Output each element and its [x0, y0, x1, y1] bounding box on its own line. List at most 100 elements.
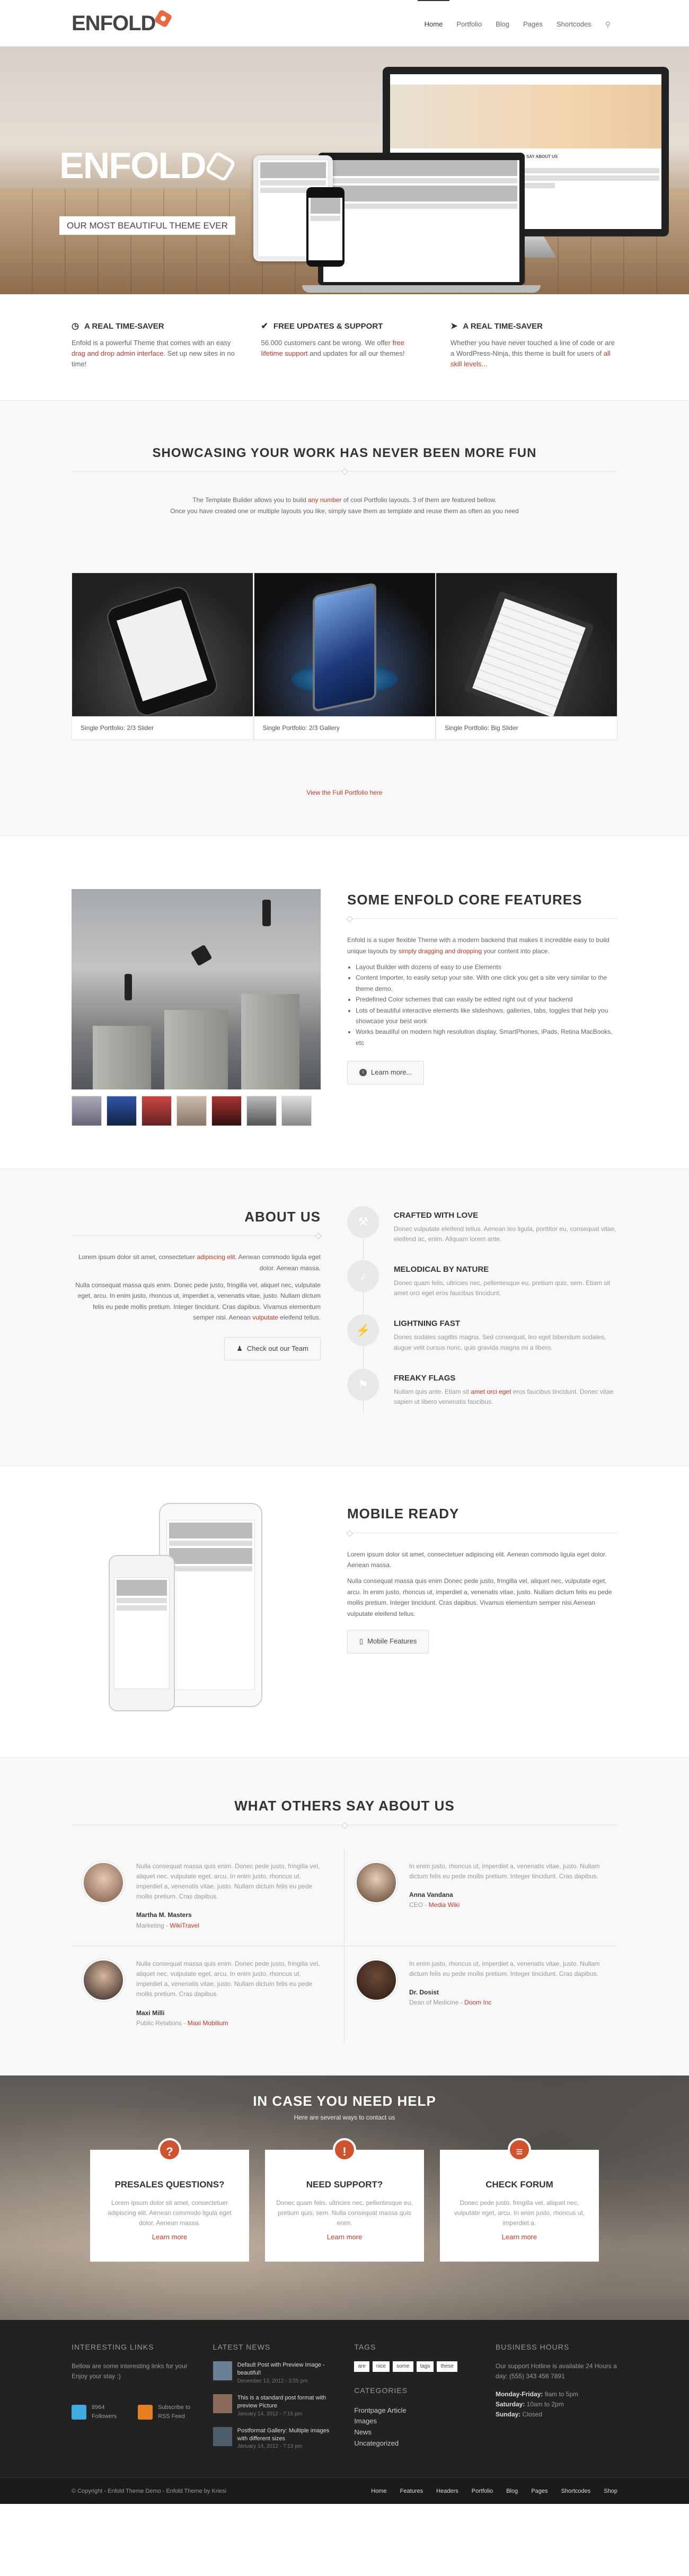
socket-link[interactable]: Features [400, 2488, 423, 2494]
portfolio-item[interactable]: Single Portfolio: 2/3 Slider [72, 573, 253, 741]
list-item: Content Importer, to easily setup your s… [356, 972, 617, 994]
portfolio-image[interactable] [254, 573, 435, 717]
list-item: Lots of beautiful interactive elements l… [356, 1005, 617, 1027]
list-item: Works beautiful on modern high resolutio… [356, 1026, 617, 1048]
intro-features: ◷ A REAL TIME-SAVER Enfold is a powerful … [0, 294, 689, 401]
gallery-thumb[interactable] [211, 1095, 242, 1126]
nav-item-pages[interactable]: Pages [516, 0, 550, 47]
nav-item-portfolio[interactable]: Portfolio [449, 0, 489, 47]
tag[interactable]: some [393, 2361, 413, 2372]
mobile-title: MOBILE READY [347, 1506, 460, 1522]
hero-tagline: OUR MOST BEAUTIFUL THEME EVER [59, 216, 235, 235]
footer-news: LATEST NEWS Default Post with Preview Im… [213, 2341, 335, 2459]
team-button[interactable]: ♟ Check out our Team [224, 1337, 321, 1361]
nav-item-shortcodes[interactable]: Shortcodes [550, 0, 598, 47]
portfolio-caption[interactable]: Single Portfolio: Big Slider [436, 716, 617, 740]
flag-icon: ⚑ [347, 1368, 379, 1401]
help-subtitle: Here are several ways to contact us [294, 2113, 395, 2121]
testimonial: In enim justo, rhoncus ut, imperdiet a, … [344, 1849, 617, 1946]
help-card-forum: ≡ CHECK FORUM Donec pede justo, fringill… [440, 2138, 599, 2262]
gallery-thumb[interactable] [246, 1095, 277, 1126]
flag-link[interactable]: amet orci eget [471, 1388, 511, 1395]
gallery-thumb[interactable] [72, 1095, 102, 1126]
socket-link[interactable]: Shortcodes [561, 2488, 591, 2494]
portfolio-image[interactable] [436, 573, 617, 717]
category-link[interactable]: Frontpage Article [354, 2405, 476, 2416]
company-link[interactable]: Media Wiki [429, 1901, 460, 1909]
nav-item-home[interactable]: Home [417, 0, 450, 47]
feature-skill: ➤ A REAL TIME-SAVER Whether you have neve… [450, 320, 617, 370]
about-feature: ♪ MELODICAL BY NATURE Donec quam felis, u… [347, 1260, 617, 1298]
gallery-main-image[interactable] [72, 889, 321, 1089]
category-link[interactable]: Uncategorized [354, 2438, 476, 2449]
socket-link[interactable]: Portfolio [472, 2488, 493, 2494]
tag[interactable]: are [354, 2361, 369, 2372]
help-cards: ? PRESALES QUESTIONS? Lorem ipsum dolor … [0, 2138, 689, 2262]
avatar [355, 1958, 398, 2001]
category-link[interactable]: Images [354, 2416, 476, 2427]
category-link[interactable]: News [354, 2427, 476, 2438]
feature-link[interactable]: drag and drop admin interface. [72, 349, 165, 357]
about-feature: ⚡ LIGHTNING FAST Donec sodales sagittis m… [347, 1314, 617, 1352]
tag[interactable]: these [437, 2361, 457, 2372]
company-link[interactable]: WikiTravel [170, 1922, 199, 1929]
news-item[interactable]: Default Post with Preview Image - beauti… [213, 2361, 335, 2386]
team-icon: ♟ [236, 1344, 243, 1352]
mobile-text: MOBILE READY Lorem ipsum dolor sit amet,… [347, 1503, 617, 1715]
category-list: Frontpage Article Images News Uncategori… [354, 2405, 476, 2449]
testimonial: Nulla consequat massa quis enim. Donec p… [72, 1848, 344, 1946]
intro-link[interactable]: any number [308, 496, 341, 504]
core-link[interactable]: simply dragging and dropping [399, 947, 482, 955]
gallery-thumb[interactable] [142, 1095, 172, 1126]
twitter-followers[interactable]: 8964 Followers [72, 2403, 117, 2422]
hero-title: ENFOLD [59, 136, 236, 195]
learn-more-link[interactable]: Learn more [327, 2233, 362, 2241]
about-link[interactable]: adipiscing elit [197, 1253, 235, 1261]
socket-link[interactable]: Pages [531, 2488, 547, 2494]
portfolio-item[interactable]: Single Portfolio: 2/3 Gallery [253, 573, 436, 741]
core-features-section: SOME ENFOLD CORE FEATURES Enfold is a su… [0, 836, 689, 1169]
gallery-thumb[interactable] [107, 1095, 137, 1126]
company-link[interactable]: Maxi Mobilium [188, 2019, 228, 2027]
portfolio-caption[interactable]: Single Portfolio: 2/3 Slider [72, 716, 253, 740]
gallery-thumb[interactable] [176, 1095, 207, 1126]
learn-more-button[interactable]: i Learn more... [347, 1061, 425, 1085]
about-section: ABOUT US Lorem ipsum dolor sit amet, con… [0, 1168, 689, 1466]
tag[interactable]: tags [416, 2361, 434, 2372]
list-item: Layout Builder with dozens of easy to us… [356, 962, 617, 972]
socket-link[interactable]: Blog [506, 2488, 518, 2494]
socket-link[interactable]: Home [371, 2488, 386, 2494]
feature-updates: ✔ FREE UPDATES & SUPPORT 56.000 customers… [261, 320, 428, 370]
hero-banner: WHAT OTHERS SAY ABOUT US ENFOLD OUR MOST… [0, 47, 689, 294]
portfolio-item[interactable]: Single Portfolio: Big Slider [436, 573, 617, 741]
search-icon[interactable]: ⚲ [598, 0, 617, 47]
portfolio-caption[interactable]: Single Portfolio: 2/3 Gallery [254, 716, 435, 740]
about-link[interactable]: vulputate [252, 1314, 278, 1321]
learn-more-link[interactable]: Learn more [502, 2233, 537, 2241]
socket-link[interactable]: Headers [436, 2488, 458, 2494]
site-header: ENFOLD Home Portfolio Blog Pages Shortco… [0, 0, 689, 47]
socket-link[interactable]: Shop [604, 2488, 617, 2494]
rss-icon [138, 2405, 153, 2420]
avatar [355, 1861, 398, 1904]
learn-more-link[interactable]: Learn more [152, 2233, 187, 2241]
view-portfolio-link[interactable]: View the Full Portfolio here [306, 789, 382, 796]
feature-list: Layout Builder with dozens of easy to us… [356, 962, 617, 1048]
mobile-devices-image [72, 1503, 321, 1715]
company-link[interactable]: Doom Inc [464, 1999, 491, 2006]
gallery-thumb[interactable] [281, 1095, 312, 1126]
logo-hex-icon [154, 9, 173, 28]
rss-subscribe[interactable]: Subscribe to RSS Feed [138, 2403, 195, 2422]
info-icon: i [359, 1069, 367, 1077]
testimonial: Nulla consequat massa quis enim. Donec p… [72, 1946, 344, 2043]
nav-item-blog[interactable]: Blog [489, 0, 516, 47]
site-logo[interactable]: ENFOLD [72, 6, 173, 40]
portfolio-image[interactable] [72, 573, 253, 717]
news-item[interactable]: Postformat Gallery: Multiple images with… [213, 2426, 335, 2451]
laptop-mockup [302, 153, 541, 293]
phone-mockup [306, 187, 344, 267]
news-item[interactable]: This is a standard post format with prev… [213, 2394, 335, 2419]
tag[interactable]: nice [372, 2361, 390, 2372]
footer-links: INTERESTING LINKS Bellow are some intere… [72, 2341, 193, 2459]
mobile-features-button[interactable]: ▯ Mobile Features [347, 1630, 429, 1654]
